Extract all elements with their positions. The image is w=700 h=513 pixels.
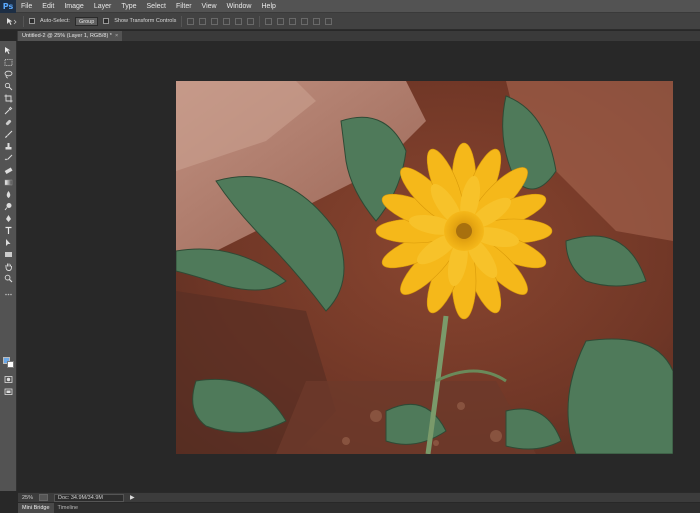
menu-file[interactable]: File — [16, 0, 37, 13]
distribute-bottom-icon[interactable] — [289, 17, 297, 25]
document-tab-bar: Untitled-2 @ 25% (Layer 1, RGB/8) * × — [17, 31, 700, 41]
blur-tool-icon[interactable] — [3, 189, 14, 199]
align-top-icon[interactable] — [187, 17, 195, 25]
separator — [181, 15, 183, 27]
screen-mode-icon[interactable] — [3, 386, 14, 396]
photoshop-logo[interactable]: Ps — [0, 0, 16, 13]
zoom-tool-icon[interactable] — [3, 273, 14, 283]
tab-mini-bridge[interactable]: Mini Bridge — [18, 503, 54, 513]
align-vcenter-icon[interactable] — [199, 17, 207, 25]
background-color-swatch[interactable] — [7, 361, 14, 368]
menu-bar: Ps File Edit Image Layer Type Select Fil… — [0, 0, 700, 13]
rectangle-tool-icon[interactable] — [3, 249, 14, 259]
eraser-tool-icon[interactable] — [3, 165, 14, 175]
align-bottom-icon[interactable] — [211, 17, 219, 25]
align-hcenter-icon[interactable] — [235, 17, 243, 25]
quick-selection-tool-icon[interactable] — [3, 81, 14, 91]
move-tool-icon[interactable] — [3, 45, 14, 55]
menu-select[interactable]: Select — [142, 0, 171, 13]
document-tab[interactable]: Untitled-2 @ 25% (Layer 1, RGB/8) * × — [18, 31, 123, 41]
tools-panel — [0, 41, 17, 491]
hand-tool-icon[interactable] — [3, 261, 14, 271]
history-brush-tool-icon[interactable] — [3, 153, 14, 163]
gradient-tool-icon[interactable] — [3, 177, 14, 187]
quick-mask-icon[interactable] — [3, 374, 14, 384]
distribute-vcenter-icon[interactable] — [277, 17, 285, 25]
close-icon[interactable]: × — [115, 31, 118, 41]
transform-controls-checkbox[interactable] — [103, 18, 110, 24]
brush-tool-icon[interactable] — [3, 129, 14, 139]
path-selection-tool-icon[interactable] — [3, 237, 14, 247]
menu-view[interactable]: View — [197, 0, 222, 13]
auto-select-checkbox[interactable] — [29, 18, 35, 24]
flower-photo-image — [176, 81, 673, 454]
menu-window[interactable]: Window — [222, 0, 257, 13]
bottom-panel-tabs: Mini Bridge Timeline — [18, 503, 700, 513]
tab-timeline[interactable]: Timeline — [54, 503, 83, 513]
status-arrow-icon[interactable]: ▶ — [130, 494, 135, 501]
eyedropper-tool-icon[interactable] — [3, 105, 14, 115]
menu-type[interactable]: Type — [116, 0, 141, 13]
options-bar: Auto-Select: Group Show Transform Contro… — [0, 13, 700, 30]
menu-layer[interactable]: Layer — [89, 0, 117, 13]
type-tool-icon[interactable] — [3, 225, 14, 235]
clone-stamp-tool-icon[interactable] — [3, 141, 14, 151]
auto-select-label: Auto-Select: — [40, 18, 70, 24]
healing-brush-tool-icon[interactable] — [3, 117, 14, 127]
crop-tool-icon[interactable] — [3, 93, 14, 103]
dodge-tool-icon[interactable] — [3, 201, 14, 211]
canvas-photo[interactable] — [176, 81, 673, 454]
zoom-level[interactable]: 25% — [22, 495, 33, 501]
pen-tool-icon[interactable] — [3, 213, 14, 223]
menu-edit[interactable]: Edit — [37, 0, 59, 13]
distribute-hcenter-icon[interactable] — [313, 17, 321, 25]
extras-icon[interactable] — [3, 289, 14, 299]
transform-controls-label: Show Transform Controls — [114, 18, 177, 24]
marquee-tool-icon[interactable] — [3, 57, 14, 67]
distribute-left-icon[interactable] — [301, 17, 309, 25]
align-right-icon[interactable] — [247, 17, 255, 25]
distribute-top-icon[interactable] — [265, 17, 273, 25]
status-menu-button[interactable] — [39, 494, 49, 501]
document-size-info: Doc: 34.9M/34.9M — [54, 493, 124, 502]
separator — [23, 15, 24, 27]
menu-help[interactable]: Help — [257, 0, 281, 13]
status-bar: 25% Doc: 34.9M/34.9M ▶ — [18, 492, 700, 502]
document-tab-title: Untitled-2 @ 25% (Layer 1, RGB/8) * — [22, 33, 112, 39]
distribute-right-icon[interactable] — [325, 17, 333, 25]
separator — [259, 15, 261, 27]
align-left-icon[interactable] — [223, 17, 231, 25]
menu-filter[interactable]: Filter — [171, 0, 197, 13]
auto-select-dropdown[interactable]: Group — [74, 16, 99, 26]
lasso-tool-icon[interactable] — [3, 69, 14, 79]
menu-image[interactable]: Image — [59, 0, 88, 13]
move-tool-icon[interactable] — [4, 16, 18, 27]
